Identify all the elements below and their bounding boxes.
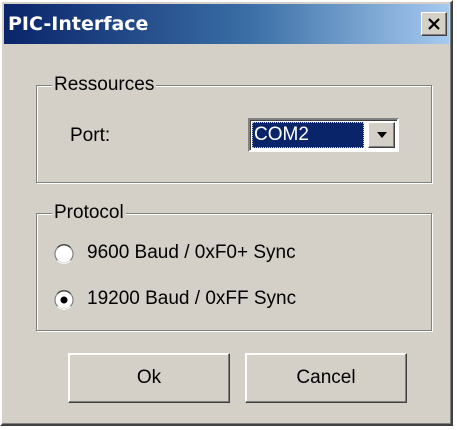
- protocol-option-label: 9600 Baud / 0xF0+ Sync: [87, 242, 296, 263]
- close-icon: [428, 18, 440, 30]
- radio-button-selected[interactable]: [54, 290, 74, 310]
- protocol-option-label: 19200 Baud / 0xFF Sync: [87, 288, 297, 309]
- cancel-button[interactable]: Cancel: [245, 353, 407, 403]
- protocol-group-legend: Protocol: [52, 202, 126, 224]
- ok-button[interactable]: Ok: [68, 353, 230, 403]
- protocol-option-19200[interactable]: 19200 Baud / 0xFF Sync: [54, 288, 354, 312]
- protocol-option-9600[interactable]: 9600 Baud / 0xF0+ Sync: [54, 242, 354, 266]
- port-label: Port:: [70, 125, 111, 146]
- chevron-down-icon: [376, 132, 387, 138]
- window-title: PIC-Interface: [8, 13, 149, 35]
- resources-group-legend: Ressources: [52, 74, 157, 96]
- dialog-window: PIC-Interface Ressources Port: COM2 Prot…: [0, 0, 453, 426]
- port-select[interactable]: COM2: [248, 118, 399, 152]
- port-dropdown-button[interactable]: [368, 122, 395, 148]
- title-bar[interactable]: PIC-Interface: [4, 4, 449, 44]
- protocol-groupbox: [36, 213, 432, 331]
- close-button[interactable]: [421, 12, 447, 36]
- port-select-value: COM2: [252, 122, 364, 148]
- radio-button-unselected[interactable]: [54, 244, 74, 264]
